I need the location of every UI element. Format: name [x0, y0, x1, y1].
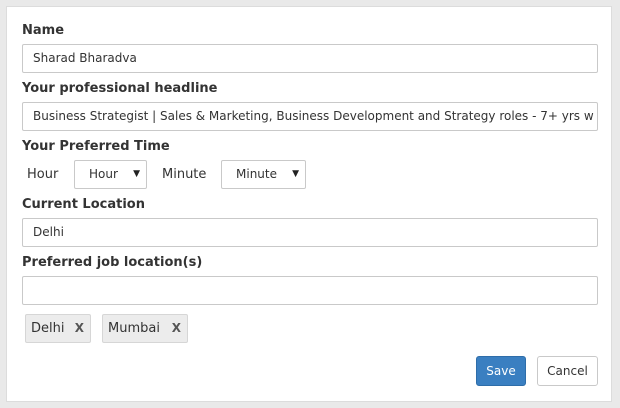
- remove-tag-icon[interactable]: X: [75, 315, 84, 342]
- current-location-label: Current Location: [22, 197, 145, 212]
- minute-select-value: Minute: [236, 167, 277, 181]
- current-location-field[interactable]: Delhi: [22, 218, 598, 247]
- save-button[interactable]: Save: [476, 356, 526, 386]
- hour-label: Hour: [27, 167, 59, 182]
- minute-label: Minute: [162, 167, 207, 182]
- name-label: Name: [22, 23, 65, 38]
- chevron-down-icon: ▼: [133, 169, 140, 179]
- preferred-locations-label: Preferred job location(s): [22, 255, 203, 270]
- preferred-time-label: Your Preferred Time: [22, 139, 170, 154]
- name-field[interactable]: Sharad Bharadva: [22, 44, 598, 73]
- headline-field[interactable]: Business Strategist | Sales & Marketing,…: [22, 102, 598, 131]
- preferred-locations-input[interactable]: [22, 276, 598, 305]
- cancel-button[interactable]: Cancel: [537, 356, 598, 386]
- edit-profile-form: Name Sharad Bharadva Your professional h…: [6, 6, 612, 402]
- chevron-down-icon: ▼: [292, 169, 299, 179]
- location-tag-mumbai: Mumbai X: [102, 314, 188, 343]
- remove-tag-icon[interactable]: X: [172, 315, 181, 342]
- hour-select[interactable]: Hour ▼: [74, 160, 147, 189]
- location-tag-delhi: Delhi X: [25, 314, 91, 343]
- tag-label: Delhi: [31, 321, 65, 336]
- minute-select[interactable]: Minute ▼: [221, 160, 306, 189]
- hour-select-value: Hour: [89, 167, 118, 181]
- headline-label: Your professional headline: [22, 81, 218, 96]
- tag-label: Mumbai: [108, 321, 160, 336]
